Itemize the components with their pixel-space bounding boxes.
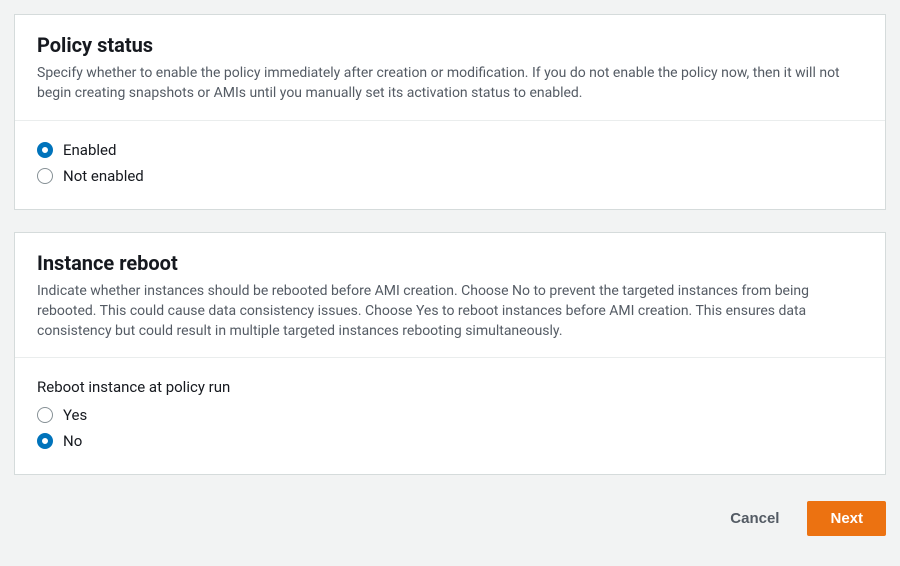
radio-icon [37,433,53,449]
radio-label-no: No [63,432,82,450]
radio-label-not-enabled: Not enabled [63,167,144,185]
radio-icon [37,168,53,184]
policy-status-header: Policy status Specify whether to enable … [15,15,885,120]
policy-status-panel: Policy status Specify whether to enable … [14,14,886,210]
instance-reboot-radio-yes[interactable]: Yes [37,406,863,424]
policy-status-radio-not-enabled[interactable]: Not enabled [37,167,863,185]
policy-status-body: Enabled Not enabled [15,121,885,209]
policy-status-description: Specify whether to enable the policy imm… [37,63,863,104]
cancel-button[interactable]: Cancel [720,502,789,535]
form-footer: Cancel Next [14,497,886,542]
radio-label-yes: Yes [63,406,87,424]
instance-reboot-radio-no[interactable]: No [37,432,863,450]
reboot-field-label: Reboot instance at policy run [37,378,863,396]
instance-reboot-header: Instance reboot Indicate whether instanc… [15,233,885,358]
instance-reboot-description: Indicate whether instances should be reb… [37,281,863,342]
next-button[interactable]: Next [807,501,886,536]
policy-status-radio-enabled[interactable]: Enabled [37,141,863,159]
radio-label-enabled: Enabled [63,141,116,159]
instance-reboot-body: Reboot instance at policy run Yes No [15,358,885,474]
radio-icon [37,407,53,423]
instance-reboot-panel: Instance reboot Indicate whether instanc… [14,232,886,476]
instance-reboot-title: Instance reboot [37,251,863,275]
policy-status-title: Policy status [37,33,863,57]
radio-icon [37,142,53,158]
